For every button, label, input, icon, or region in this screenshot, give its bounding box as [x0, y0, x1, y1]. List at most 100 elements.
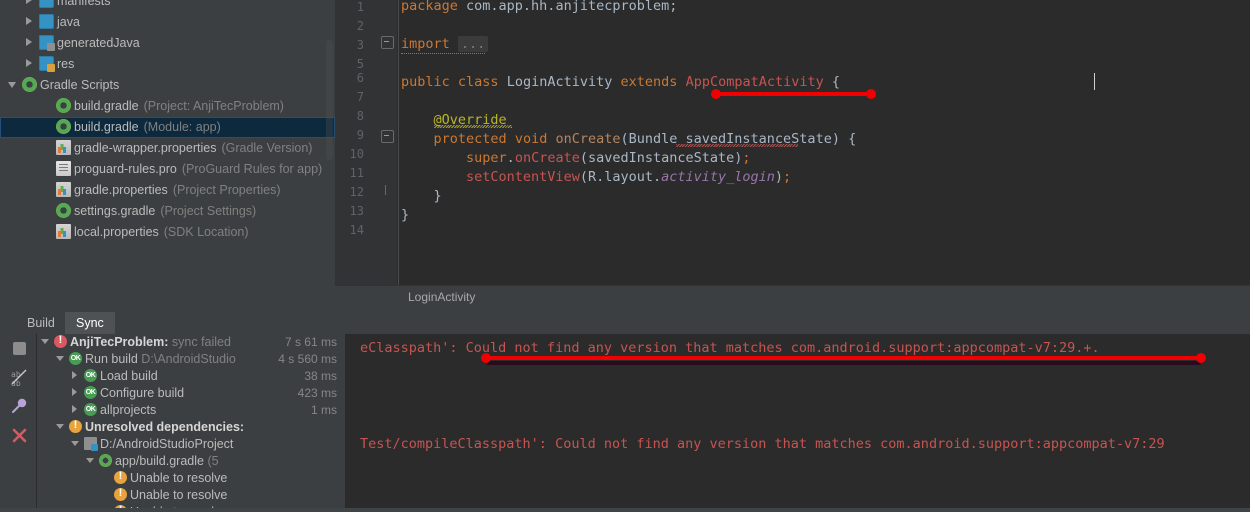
chevron-right-icon[interactable]: [25, 17, 34, 26]
properties-icon: [56, 182, 71, 198]
line-number: 5: [356, 57, 364, 71]
project-tree-item-gradle-scripts[interactable]: Gradle Scripts: [0, 75, 335, 96]
token-close-brace-outer: }: [401, 207, 410, 223]
project-tree-item-label: settings.gradle: [74, 204, 156, 219]
pin-icon[interactable]: [9, 396, 30, 417]
chevron-right-icon[interactable]: [71, 405, 80, 414]
build-tab-bar[interactable]: Build Sync: [0, 310, 345, 334]
line-number: 6: [356, 71, 364, 85]
ok-icon: [84, 386, 97, 400]
build-tree-row-duration: 423 ms: [297, 386, 337, 400]
folder-res-icon: [39, 56, 55, 73]
chevron-down-icon[interactable]: [86, 456, 95, 465]
project-tree-item-build-gradle[interactable]: build.gradle (Module: app): [0, 117, 335, 138]
build-tree-row[interactable]: Unresolved dependencies:: [37, 418, 345, 436]
gradle-icon: [22, 77, 37, 93]
project-tree-item-generatedjava[interactable]: generatedJava: [0, 33, 335, 54]
build-tree-row[interactable]: Configure build 423 ms: [37, 385, 345, 402]
project-tree-item-manifests[interactable]: manifests: [0, 0, 335, 12]
project-tool-window[interactable]: manifests java generatedJava res Gradle Scri…: [0, 0, 336, 310]
build-tree-row-label: Run build: [85, 352, 138, 366]
build-tree-row[interactable]: Load build 38 ms: [37, 368, 345, 385]
build-tree-row[interactable]: allprojects 1 ms: [37, 402, 345, 419]
chevron-down-icon[interactable]: [56, 354, 65, 363]
build-tree-row-label: allprojects: [100, 403, 157, 417]
code-line: public class LoginActivity extends AppCo…: [401, 72, 840, 92]
project-tree-item-gradle-properties[interactable]: gradle.properties (Project Properties): [0, 180, 335, 201]
code-text[interactable]: package com.app.hh.anjitecproblem; impor…: [401, 0, 1250, 285]
build-tree-row[interactable]: Unable to resolve: [37, 486, 345, 504]
fold-method-icon[interactable]: [381, 130, 394, 143]
chevron-right-icon[interactable]: [71, 371, 80, 380]
project-tree-item-note: (ProGuard Rules for app): [181, 162, 323, 177]
project-tree-item-label: build.gradle: [74, 99, 139, 114]
project-tree-item-note: (SDK Location): [163, 225, 249, 240]
build-tree-row[interactable]: AnjiTecProblem: sync failed 7 s 61 ms: [37, 334, 345, 351]
close-icon[interactable]: [9, 425, 30, 446]
gradle-icon: [56, 98, 71, 114]
project-tree-item-local-properties[interactable]: local.properties (SDK Location): [0, 222, 335, 243]
project-tree-item-proguard-rules-pro[interactable]: proguard-rules.pro (ProGuard Rules for ap…: [0, 159, 335, 180]
token-protected-keyword: protected: [433, 131, 507, 147]
editor-gutter[interactable]: 1 2 3 5 6 7 8 9 10 11 12 13 14: [335, 0, 397, 285]
project-tree-item-label: res: [57, 57, 75, 72]
project-tree-item-res[interactable]: res: [0, 54, 335, 75]
annotation-underline-console: [481, 353, 1206, 363]
token-r-layout: (R.layout.: [579, 169, 662, 185]
project-vertical-scrollbar[interactable]: [326, 40, 333, 160]
chevron-right-icon[interactable]: [25, 38, 34, 47]
build-tree-row[interactable]: Unable to resolve: [37, 469, 345, 487]
build-tree-row-sublabel: (5: [203, 454, 219, 468]
stop-icon[interactable]: [9, 338, 30, 359]
code-editor[interactable]: 1 2 3 5 6 7 8 9 10 11 12 13 14 package c…: [335, 0, 1250, 285]
token-close-brace-inner: }: [433, 188, 442, 204]
fold-import-icon[interactable]: [381, 36, 394, 49]
build-results-tree[interactable]: AnjiTecProblem: sync failed 7 s 61 ms Run …: [37, 334, 346, 512]
line-number: 10: [349, 147, 364, 161]
ok-icon: [84, 403, 97, 417]
project-tree-item-build-gradle[interactable]: build.gradle (Project: AnjiTecProblem): [0, 96, 335, 117]
token-public-keyword: public: [401, 74, 450, 90]
properties-icon: [56, 224, 71, 240]
tab-sync[interactable]: Sync: [65, 312, 115, 334]
bottom-status-strip: [0, 508, 1250, 512]
project-tree[interactable]: manifests java generatedJava res Gradle Scri…: [0, 0, 335, 243]
folder-generated-icon: [39, 35, 55, 52]
project-tree-item-note: (Gradle Version): [221, 141, 313, 156]
build-tree-row-sublabel: sync failed: [168, 335, 231, 349]
build-tree-row-duration: 38 ms: [304, 369, 337, 383]
fold-method-end-icon[interactable]: [381, 185, 392, 196]
soft-wrap-icon[interactable]: ab ab: [9, 367, 30, 388]
build-toolbar[interactable]: ab ab: [3, 334, 37, 512]
project-tree-item-gradle-wrapper-properties[interactable]: gradle-wrapper.properties (Gradle Version…: [0, 138, 335, 159]
project-tree-item-java[interactable]: java: [0, 12, 335, 33]
build-tree-row-duration: 7 s 61 ms: [284, 335, 337, 349]
folder-icon: [39, 14, 54, 30]
token-class-keyword: class: [457, 74, 499, 90]
token-import-fold[interactable]: ...: [457, 36, 489, 52]
build-tree-row[interactable]: D:/AndroidStudioProject: [37, 436, 345, 453]
project-tree-item-settings-gradle[interactable]: settings.gradle (Project Settings): [0, 201, 335, 222]
build-tree-row-label: D:/AndroidStudioProject: [100, 437, 234, 451]
breadcrumb[interactable]: LoginActivity: [408, 290, 475, 304]
code-line: }: [401, 205, 409, 225]
chevron-down-icon[interactable]: [71, 439, 80, 448]
build-tree-row[interactable]: app/build.gradle (5: [37, 453, 345, 470]
chevron-down-icon[interactable]: [8, 80, 17, 89]
chevron-right-icon[interactable]: [25, 0, 34, 5]
chevron-down-icon[interactable]: [56, 422, 65, 431]
tab-build[interactable]: Build: [16, 312, 66, 334]
chevron-right-icon[interactable]: [25, 59, 34, 68]
build-tree-row[interactable]: Run build D:\AndroidStudio 4 s 560 ms: [37, 351, 345, 368]
chevron-down-icon[interactable]: [41, 337, 50, 346]
token-activity-login: activity_login: [661, 169, 775, 185]
project-tree-item-label: gradle-wrapper.properties: [74, 141, 217, 156]
document-icon: [56, 161, 71, 177]
chevron-right-icon[interactable]: [71, 388, 80, 397]
editor-marker-strip[interactable]: [1237, 0, 1250, 285]
